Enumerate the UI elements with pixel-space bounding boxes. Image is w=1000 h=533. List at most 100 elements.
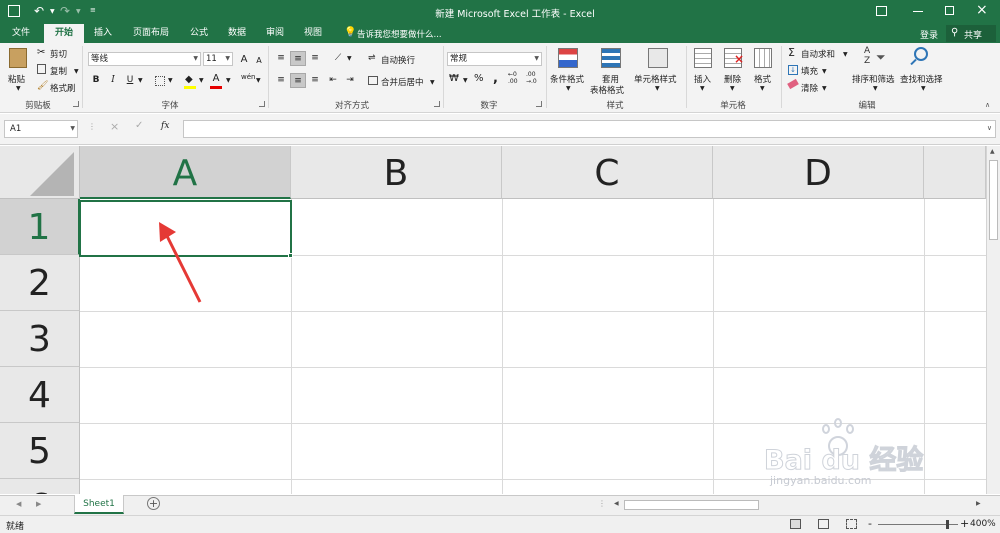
normal-view-icon[interactable] — [790, 519, 801, 529]
tab-page-layout[interactable]: 页面布局 — [126, 24, 176, 43]
decrease-decimal-icon[interactable]: .00 →.0 — [526, 71, 537, 85]
page-break-view-icon[interactable] — [846, 519, 857, 529]
find-select-button[interactable]: 查找和选择 ▼ — [900, 46, 948, 98]
splitter-dots-icon[interactable]: ⋮ — [598, 499, 606, 508]
column-header-partial[interactable] — [924, 146, 986, 199]
cell-styles-button[interactable]: 单元格样式 ▼ — [634, 46, 682, 98]
font-launcher-icon[interactable] — [259, 101, 265, 107]
number-launcher-icon[interactable] — [536, 101, 542, 107]
insert-cells-button[interactable]: 插入 ▼ — [690, 46, 716, 98]
align-bottom-icon[interactable]: ≡ — [307, 51, 323, 66]
expand-formula-icon[interactable]: ∨ — [987, 124, 992, 132]
cancel-icon[interactable]: × — [110, 120, 119, 133]
conditional-formatting-button[interactable]: 条件格式 ▼ — [549, 46, 589, 98]
sigma-icon[interactable]: Σ — [788, 46, 795, 59]
underline-dropdown-icon[interactable]: ▼ — [138, 77, 143, 84]
format-painter-button[interactable]: 格式刷 — [50, 82, 76, 94]
tell-me-box[interactable]: 告诉我您想要做什么... — [357, 28, 442, 40]
currency-dropdown-icon[interactable]: ▼ — [463, 77, 468, 84]
fill-handle[interactable] — [288, 253, 293, 258]
splitter-dots-icon[interactable]: ⋮ — [88, 122, 96, 131]
comma-button[interactable]: , — [493, 71, 498, 86]
scroll-up-icon[interactable]: ▲ — [990, 148, 995, 155]
clear-dropdown-icon[interactable]: ▼ — [822, 85, 827, 92]
undo-icon[interactable]: ↶ — [34, 4, 44, 18]
align-right-icon[interactable]: ≡ — [307, 73, 323, 88]
name-box[interactable]: A1 ▼ — [4, 120, 78, 138]
fill-dropdown-icon[interactable]: ▼ — [822, 68, 827, 75]
customize-qat-icon[interactable]: ≡ — [90, 6, 96, 14]
row-header-5[interactable]: 5 — [0, 423, 80, 479]
borders-icon[interactable] — [155, 76, 165, 86]
bold-button[interactable]: B — [88, 73, 104, 88]
scroll-left-icon[interactable]: ◀ — [16, 500, 21, 508]
row-header-4[interactable]: 4 — [0, 367, 80, 423]
format-as-table-button[interactable]: 套用 表格格式 — [590, 46, 634, 98]
scroll-left-arrow-icon[interactable]: ◀ — [614, 500, 619, 507]
orientation-dropdown-icon[interactable]: ▼ — [347, 55, 352, 62]
vertical-scroll-thumb[interactable] — [989, 160, 998, 240]
alignment-launcher-icon[interactable] — [434, 101, 440, 107]
column-header-b[interactable]: B — [291, 146, 502, 199]
fill-button[interactable]: 填充 — [801, 65, 818, 77]
tab-file[interactable]: 文件 — [4, 24, 38, 43]
merge-center-icon[interactable] — [368, 76, 378, 85]
decrease-font-size-button[interactable]: A — [251, 53, 267, 68]
row-header-1[interactable]: 1 — [0, 199, 80, 255]
tab-review[interactable]: 审阅 — [258, 24, 292, 43]
zoom-out-button[interactable]: - — [868, 517, 872, 530]
sort-filter-button[interactable]: AZ ⏷ 排序和筛选 ▼ — [852, 46, 900, 98]
currency-icon[interactable]: ₩ — [449, 73, 459, 84]
horizontal-scroll-thumb[interactable] — [624, 500, 759, 510]
scissors-icon[interactable]: ✂ — [37, 47, 45, 58]
sheet-tab-sheet1[interactable]: Sheet1 — [74, 495, 124, 514]
orientation-icon[interactable]: ⟋ — [330, 51, 346, 66]
save-icon[interactable] — [8, 5, 20, 17]
column-header-a[interactable]: A — [80, 146, 291, 199]
redo-dropdown-icon[interactable]: ▼ — [76, 8, 81, 15]
row-header-2[interactable]: 2 — [0, 255, 80, 311]
add-sheet-button[interactable]: + — [147, 497, 160, 510]
zoom-level[interactable]: 400% — [970, 519, 996, 529]
delete-cells-button[interactable]: × 删除 ▼ — [720, 46, 746, 98]
row-header-6[interactable]: 6 — [0, 479, 80, 494]
restore-icon[interactable] — [945, 6, 954, 15]
horizontal-scrollbar[interactable]: ◀ ▶ — [612, 499, 986, 512]
percent-button[interactable]: % — [474, 73, 484, 84]
increase-font-size-button[interactable]: A — [236, 52, 252, 67]
number-format-select[interactable]: 常规 ▼ — [447, 52, 542, 66]
scroll-right-icon[interactable]: ▶ — [36, 500, 41, 508]
formula-input[interactable]: ∨ — [183, 120, 996, 138]
fill-down-icon[interactable]: ↓ — [788, 65, 798, 75]
zoom-slider-thumb[interactable] — [946, 520, 949, 529]
zoom-slider[interactable] — [878, 520, 958, 529]
tab-view[interactable]: 视图 — [296, 24, 330, 43]
column-header-c[interactable]: C — [502, 146, 713, 199]
fill-dropdown-icon[interactable]: ▼ — [199, 77, 204, 84]
cut-button[interactable]: 剪切 — [50, 48, 67, 60]
wrap-text-button[interactable]: 自动换行 — [381, 54, 415, 66]
redo-icon[interactable]: ↷ — [60, 4, 70, 18]
format-painter-icon[interactable]: 🖌 — [37, 81, 48, 91]
row-header-3[interactable]: 3 — [0, 311, 80, 367]
collapse-ribbon-icon[interactable]: ∧ — [985, 101, 990, 109]
clear-button[interactable]: 清除 — [801, 82, 818, 94]
font-name-select[interactable]: 等线 ▼ — [88, 52, 201, 66]
tab-insert[interactable]: 插入 — [86, 24, 120, 43]
page-layout-view-icon[interactable] — [818, 519, 829, 529]
insert-function-icon[interactable]: fx — [161, 121, 169, 131]
wrap-text-icon[interactable]: ⇌ — [368, 53, 376, 63]
column-header-d[interactable]: D — [713, 146, 924, 199]
copy-icon[interactable] — [37, 64, 46, 74]
align-middle-icon[interactable]: ≡ — [290, 51, 306, 66]
zoom-in-button[interactable]: + — [960, 517, 969, 530]
align-top-icon[interactable]: ≡ — [273, 51, 289, 66]
copy-button[interactable]: 复制 — [50, 65, 67, 77]
share-button[interactable]: ⚲ 共享 — [946, 25, 996, 42]
tab-home[interactable]: 开始 — [44, 24, 84, 43]
increase-indent-icon[interactable]: ⇥ — [342, 73, 358, 88]
tab-data[interactable]: 数据 — [220, 24, 254, 43]
minimize-icon[interactable] — [913, 11, 923, 12]
eraser-icon[interactable] — [787, 78, 799, 90]
borders-dropdown-icon[interactable]: ▼ — [168, 77, 173, 84]
